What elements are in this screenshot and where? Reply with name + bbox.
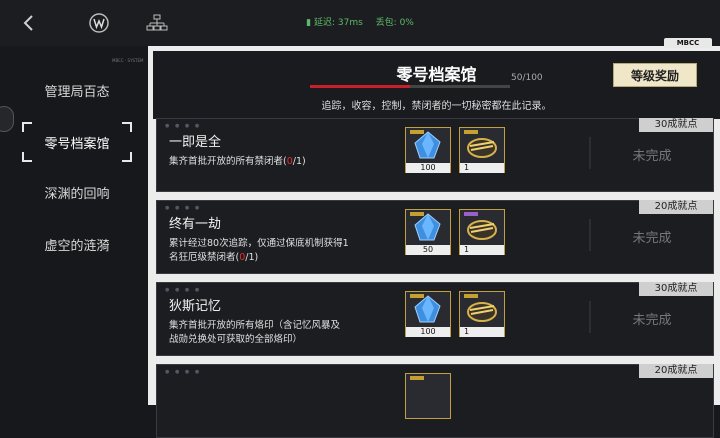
reward-item-gear[interactable]: 1	[459, 209, 505, 255]
selection-corner	[22, 122, 32, 132]
sidebar-edge-handle[interactable]	[0, 106, 14, 132]
desc-text: 集齐首批开放的所有烙印（含记忆风暴及战勋兑换处可获取的全部烙印）	[169, 320, 341, 345]
card-divider	[589, 137, 591, 169]
achievement-title: 一即是全	[169, 135, 222, 150]
achievement-title: 终有一劫	[169, 217, 222, 232]
panel-header: 零号档案馆 50/100 等级奖励 追踪，收容，控制，禁闭者的一切秘密都在此记录…	[153, 51, 720, 119]
achievement-state: 未完成	[632, 149, 672, 164]
top-bar: ▮ 延迟: 37ms 丢包: 0%	[0, 0, 720, 46]
card-divider	[589, 219, 591, 251]
achievement-desc: 集齐首批开放的所有禁闭者(0/1)	[169, 155, 349, 169]
sidebar-item-label: 深渊的回响	[44, 186, 110, 202]
sidebar-item-label: 虚空的涟漪	[44, 238, 110, 254]
achievement-card[interactable]: ● ● ● ● 终有一劫 累计经过80次追踪，仅通过保底机制获得1名狂厄级禁闭者…	[156, 200, 714, 274]
rarity-badge	[464, 294, 478, 298]
progress-text: 50/100	[511, 73, 543, 83]
progress-fill	[310, 85, 410, 88]
level-reward-button[interactable]: 等级奖励	[613, 63, 697, 87]
rarity-badge	[410, 130, 424, 134]
archive-panel: MBCC 零号档案馆 50/100 等级奖励 追踪，收容，控制，禁闭者的一切秘密…	[148, 38, 720, 438]
item-count: 50	[406, 245, 450, 255]
rarity-badge	[410, 212, 424, 216]
reward-item-crystal[interactable]: 100	[405, 127, 451, 173]
achievement-card[interactable]: ● ● ● ● 20成就点	[156, 364, 714, 438]
sidebar-item-abyss[interactable]: 深渊的回响	[22, 172, 132, 212]
reward-item-crystal[interactable]	[405, 373, 451, 419]
rarity-badge	[410, 376, 424, 380]
achievement-desc: 累计经过80次追踪，仅通过保底机制获得1名狂厄级禁闭者(0/1)	[169, 237, 349, 265]
card-dots: ● ● ● ●	[165, 369, 202, 375]
item-count: 1	[460, 163, 504, 173]
item-count: 1	[460, 327, 504, 337]
sidebar-item-management[interactable]: 管理局百态	[22, 70, 132, 110]
achievement-desc: 集齐首批开放的所有烙印（含记忆风暴及战勋兑换处可获取的全部烙印）	[169, 319, 349, 347]
reward-item-gear[interactable]: 1	[459, 127, 505, 173]
archive-progress-bar	[310, 85, 510, 88]
achievement-state: 未完成	[632, 231, 672, 246]
packet-loss-label: 丢包: 0%	[375, 18, 414, 28]
points-ribbon: 20成就点	[639, 200, 713, 214]
rarity-badge	[410, 294, 424, 298]
reward-item-crystal[interactable]: 50	[405, 209, 451, 255]
reward-item-crystal[interactable]: 100	[405, 291, 451, 337]
points-ribbon: 30成就点	[639, 118, 713, 132]
sidebar-item-label: 零号档案馆	[44, 136, 110, 152]
selection-corner	[22, 152, 32, 162]
desc-text: /1)	[245, 252, 259, 263]
sidebar: MBCC · SYSTEM 管理局百态 零号档案馆 深渊的回响 虚空的涟漪	[0, 46, 148, 405]
item-count: 100	[406, 163, 450, 173]
desc-text: /1)	[292, 156, 306, 167]
achievement-title: 狄斯记忆	[169, 299, 222, 314]
selection-corner	[122, 152, 132, 162]
rarity-badge	[464, 212, 478, 216]
panel-subtitle: 追踪，收容，控制，禁闭者的一切秘密都在此记录。	[321, 101, 552, 112]
card-dots: ● ● ● ●	[165, 287, 202, 293]
rarity-badge	[464, 130, 478, 134]
desc-text: 集齐首批开放的所有禁闭者(	[169, 156, 287, 167]
achievement-state: 未完成	[632, 313, 672, 328]
sidebar-item-void[interactable]: 虚空的涟漪	[22, 224, 132, 264]
mbcc-tag: MBCC	[664, 38, 712, 48]
achievement-card[interactable]: ● ● ● ● 狄斯记忆 集齐首批开放的所有烙印（含记忆风暴及战勋兑换处可获取的…	[156, 282, 714, 356]
item-count: 1	[460, 245, 504, 255]
latency-label: 延迟: 37ms	[313, 18, 363, 28]
card-dots: ● ● ● ●	[165, 205, 202, 211]
reward-item-gear[interactable]: 1	[459, 291, 505, 337]
card-dots: ● ● ● ●	[165, 123, 202, 129]
item-count: 100	[406, 327, 450, 337]
achievement-card[interactable]: ● ● ● ● 一即是全 集齐首批开放的所有禁闭者(0/1) 100 1 30成…	[156, 118, 714, 192]
system-tiny-label: MBCC · SYSTEM	[112, 58, 144, 63]
points-ribbon: 30成就点	[639, 282, 713, 296]
card-divider	[589, 301, 591, 333]
desc-text: 累计经过80次追踪，仅通过保底机制获得1名狂厄级禁闭者(	[169, 238, 349, 263]
sidebar-item-label: 管理局百态	[44, 84, 110, 100]
selection-corner	[122, 122, 132, 132]
points-ribbon: 20成就点	[639, 364, 713, 378]
signal-icon: ▮	[306, 18, 312, 28]
network-status: ▮ 延迟: 37ms 丢包: 0%	[0, 15, 720, 28]
sidebar-item-archive[interactable]: 零号档案馆	[22, 122, 132, 162]
